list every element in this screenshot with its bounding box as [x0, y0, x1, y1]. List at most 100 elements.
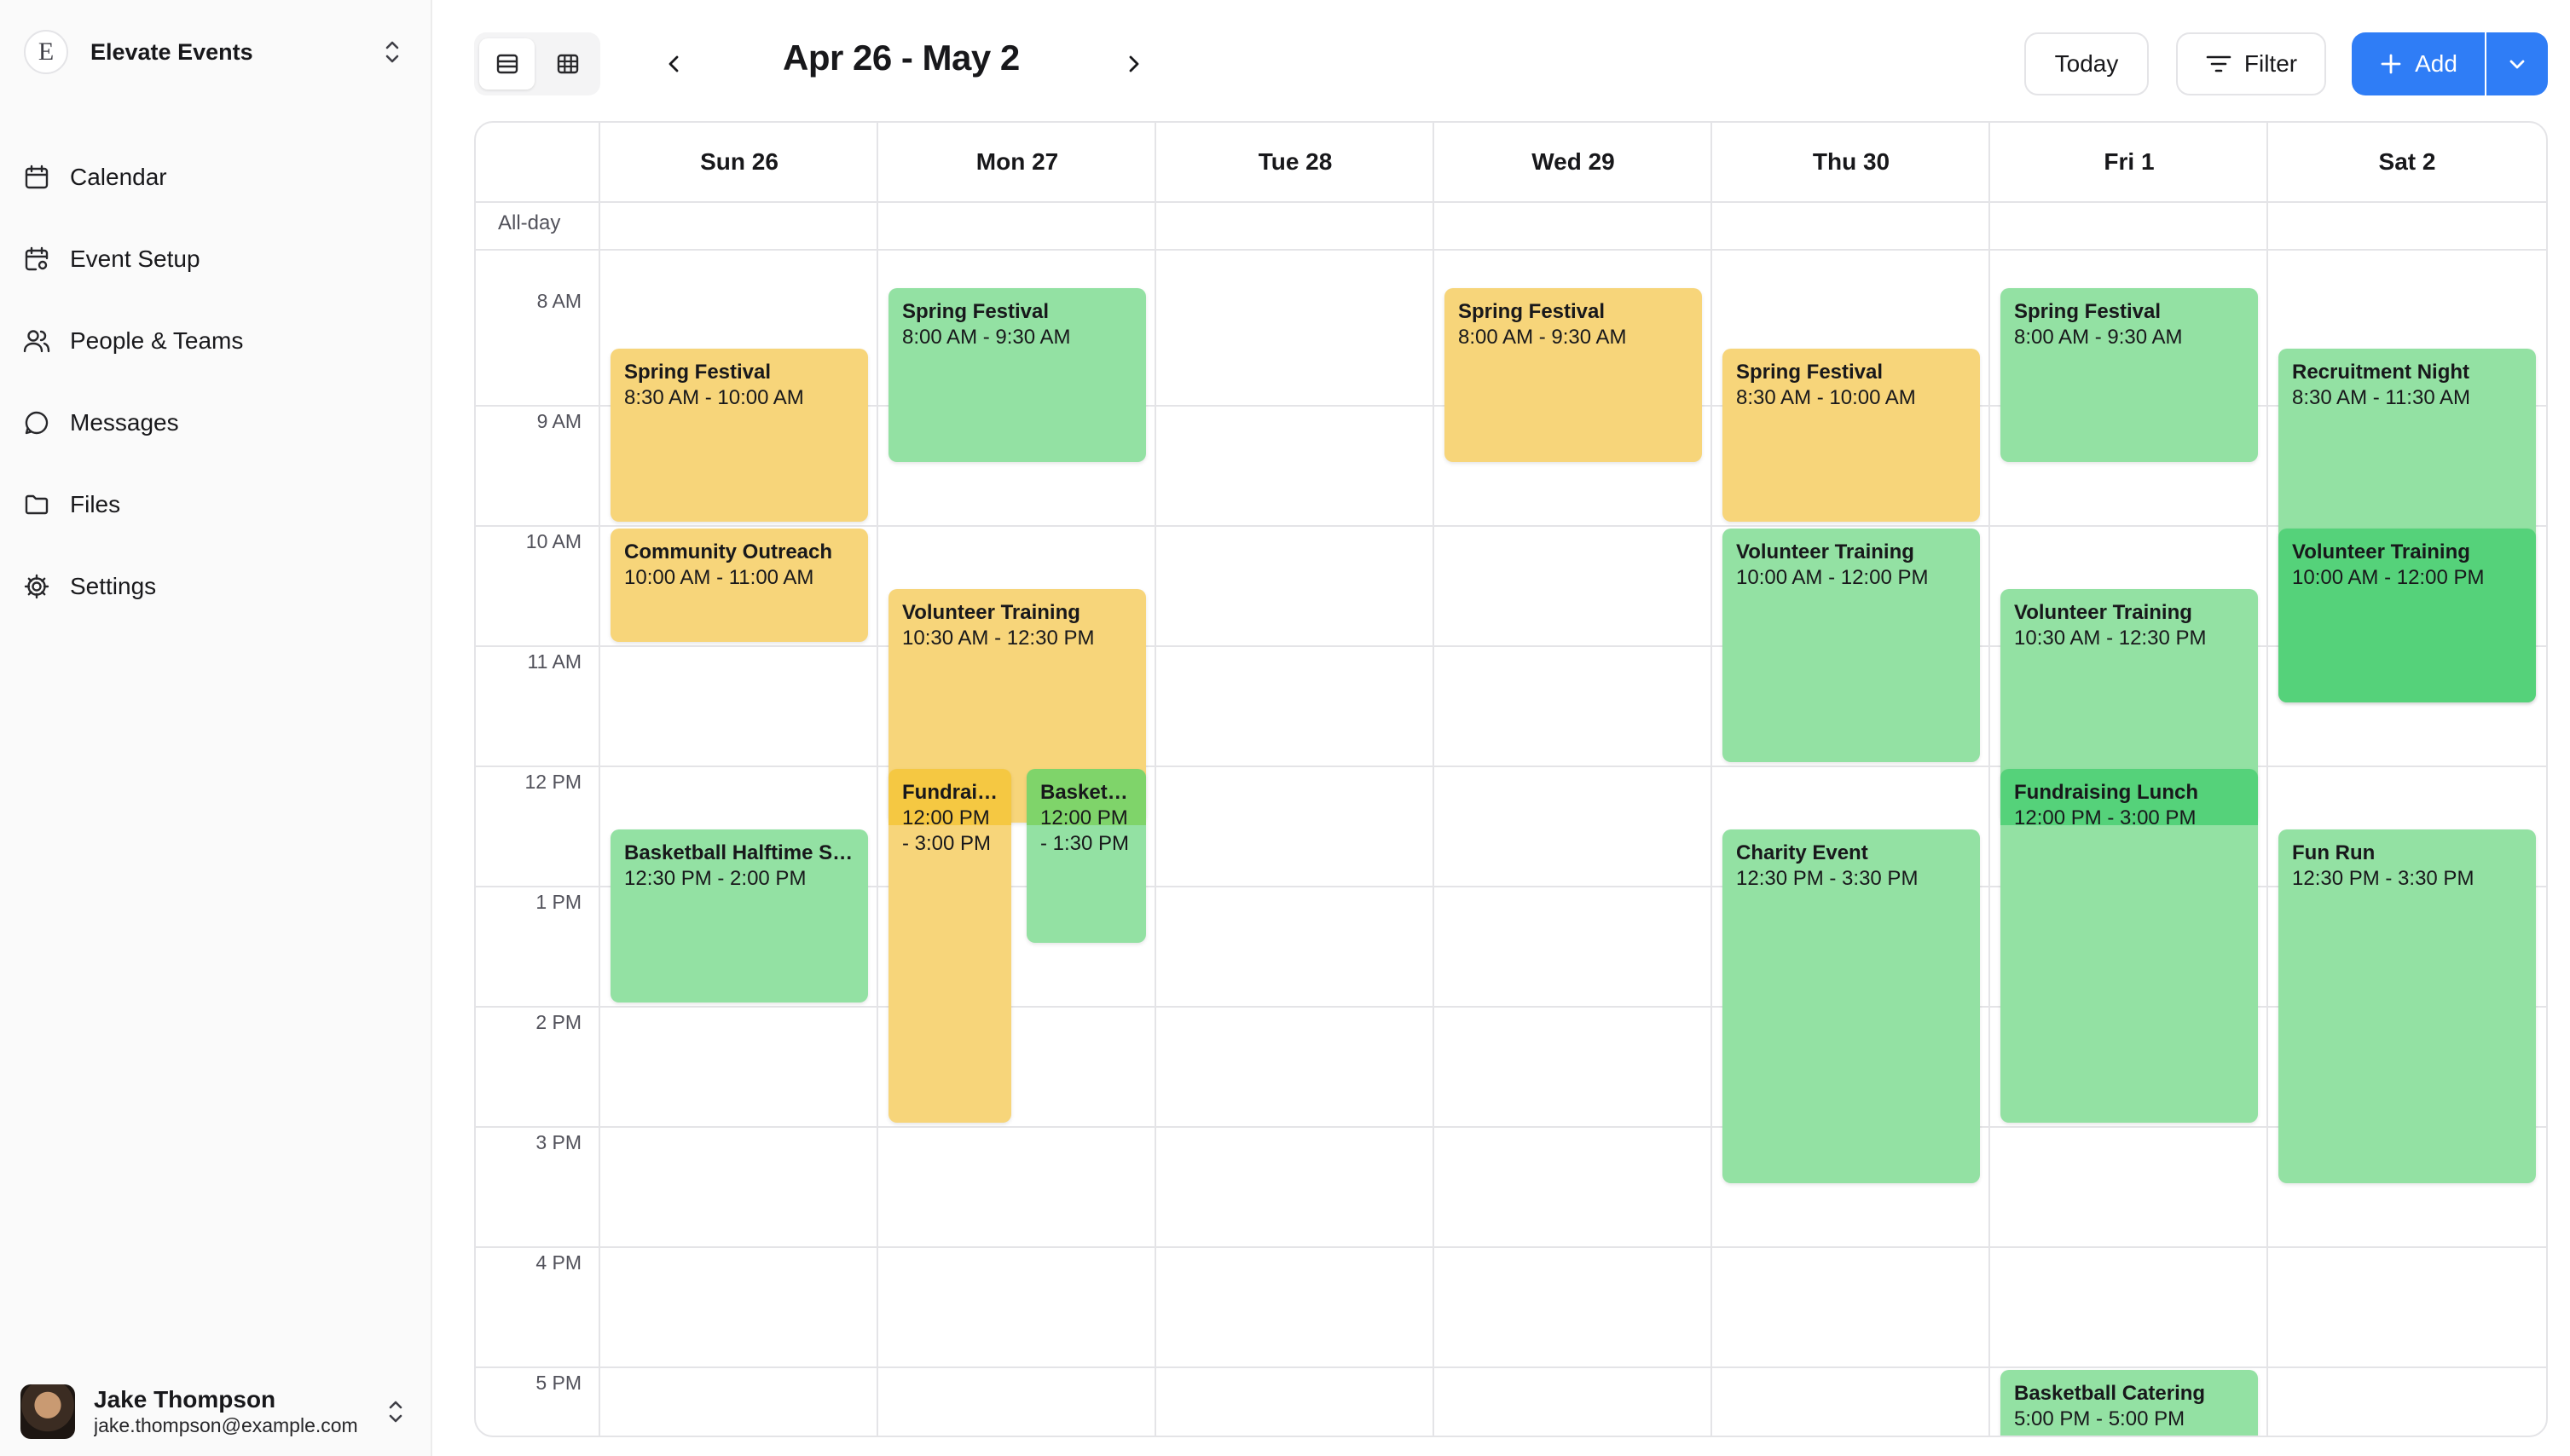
date-range-title: Apr 26 - May 2 [783, 38, 1020, 78]
event-card[interactable]: Basketball Catering12:00 PM - 1:30 PM [1027, 769, 1146, 943]
chevron-right-icon [1129, 55, 1139, 72]
day-header[interactable]: Sun 26 [600, 123, 878, 201]
user-menu[interactable]: Jake Thompson jake.thompson@example.com [20, 1383, 413, 1441]
event-card[interactable]: Charity Event 12:30 PM - 3:30 PM [1722, 829, 1980, 1183]
event-title: Basketball Halftime Show [624, 841, 854, 864]
hour-line [476, 1366, 2546, 1368]
workspace-name: Elevate Events [90, 38, 253, 65]
grid-view-icon [557, 54, 578, 74]
list-view-icon [496, 54, 518, 74]
event-card[interactable]: Basketball Catering 5:00 PM - 5:00 PM [2000, 1370, 2258, 1436]
sidebar-item-calendar[interactable]: Calendar [19, 136, 411, 218]
sidebar-item-label: People & Teams [70, 327, 244, 354]
time-label: 10 AM [525, 530, 582, 552]
event-time: 8:30 AM - 10:00 AM [624, 385, 804, 409]
day-divider [2266, 123, 2268, 1436]
time-label: 9 AM [536, 410, 582, 432]
event-title: Volunteer Training [2014, 600, 2192, 624]
time-label: 12 PM [524, 771, 582, 793]
event-title: Community Outreach [624, 540, 833, 563]
sidebar-item-event-setup[interactable]: Event Setup [19, 218, 411, 300]
sidebar-item-people-teams[interactable]: People & Teams [19, 300, 411, 382]
user-email: jake.thompson@example.com [94, 1414, 358, 1436]
add-menu-button[interactable] [2486, 32, 2548, 95]
event-time: 10:30 AM - 12:30 PM [2014, 626, 2207, 650]
event-time: 8:00 AM - 9:30 AM [902, 326, 1071, 349]
event-card[interactable]: Fun Run 12:30 PM - 3:30 PM [2278, 829, 2536, 1183]
time-label: 8 AM [536, 290, 582, 312]
event-time: 12:00 PM - 3:00 PM [902, 806, 992, 855]
event-card[interactable]: Basketball Halftime Show 12:30 PM - 2:00 … [611, 829, 868, 1002]
day-header[interactable]: Sat 2 [2268, 123, 2546, 201]
event-time: 10:30 AM - 12:30 PM [902, 626, 1095, 650]
event-card[interactable]: Volunteer Training 10:00 AM - 12:00 PM [1722, 529, 1980, 762]
event-time: 10:00 AM - 12:00 PM [1736, 566, 1929, 589]
event-title: Spring Festival [902, 300, 1050, 323]
plus-icon [2381, 54, 2401, 74]
add-button[interactable]: Add [2352, 32, 2485, 95]
user-name: Jake Thompson [94, 1386, 276, 1413]
grid-view-button[interactable] [540, 38, 595, 90]
chevron-up-down-icon [389, 1401, 402, 1423]
filter-label: Filter [2243, 50, 2298, 77]
event-time: 8:30 AM - 11:30 AM [2292, 385, 2471, 409]
event-title: Spring Festival [2014, 300, 2162, 323]
event-time: 12:00 PM - 1:30 PM [1040, 806, 1130, 855]
event-card[interactable]: Spring Festival 8:30 AM - 10:00 AM [611, 348, 868, 522]
day-header[interactable]: Tue 28 [1156, 123, 1434, 201]
event-title: Volunteer Training [2292, 540, 2470, 563]
day-header[interactable]: Fri 1 [1990, 123, 2268, 201]
today-button[interactable]: Today [2024, 32, 2149, 95]
day-header[interactable]: Mon 27 [878, 123, 1156, 201]
sidebar-item-files[interactable]: Files [19, 464, 411, 546]
sidebar-item-label: Messages [70, 409, 179, 436]
time-label: 1 PM [535, 891, 582, 913]
event-time: 10:00 AM - 12:00 PM [2292, 566, 2485, 589]
day-divider [1710, 123, 1712, 1436]
avatar [20, 1384, 75, 1439]
next-week-button[interactable] [1112, 43, 1155, 85]
day-header[interactable]: Thu 30 [1712, 123, 1990, 201]
chevron-left-icon [669, 55, 679, 72]
event-card[interactable]: Volunteer Training 10:00 AM - 12:00 PM [2278, 529, 2536, 702]
event-title: Basketball Catering [1040, 781, 1132, 804]
week-calendar: All-day 8 AM 9 AM 10 AM 11 AM 12 PM 1 PM 2 PM 3… [474, 121, 2548, 1437]
event-title: Charity Event [1736, 841, 1868, 864]
event-title: Fundraising Lunch [2014, 781, 2198, 804]
filter-button[interactable]: Filter [2176, 32, 2326, 95]
event-time: 12:30 PM - 3:30 PM [1736, 866, 1919, 890]
day-divider [1988, 123, 1990, 1436]
event-card[interactable]: Fundraising Lunch12:00 PM - 3:00 PM [2000, 769, 2258, 1123]
sidebar-item-label: Event Setup [70, 246, 200, 272]
chevron-down-icon [2509, 60, 2525, 69]
time-label: 4 PM [535, 1251, 582, 1274]
list-view-button[interactable] [479, 38, 535, 90]
event-title: Fundraising Lunch [902, 781, 998, 804]
sidebar-item-settings[interactable]: Settings [19, 546, 411, 627]
day-divider [599, 123, 600, 1436]
grid-line [476, 201, 2546, 203]
event-title: Basketball Catering [2014, 1382, 2206, 1405]
event-card[interactable]: Spring Festival 8:00 AM - 9:30 AM [1444, 288, 1702, 462]
day-header[interactable]: Wed 29 [1434, 123, 1712, 201]
sidebar-item-messages[interactable]: Messages [19, 382, 411, 464]
time-label: 2 PM [535, 1011, 582, 1033]
hour-line [476, 1246, 2546, 1248]
calendar-settings-icon [22, 245, 51, 274]
event-time: 8:00 AM - 9:30 AM [1458, 326, 1627, 349]
event-title: Fun Run [2292, 841, 2376, 864]
previous-week-button[interactable] [653, 43, 696, 85]
sidebar-nav: Calendar Event Setup People & Teams Mess… [19, 136, 411, 627]
message-icon [22, 408, 51, 437]
event-card[interactable]: Community Outreach 10:00 AM - 11:00 AM [611, 529, 868, 642]
event-card[interactable]: Fundraising Lunch12:00 PM - 3:00 PM [889, 769, 1011, 1123]
workspace-switcher[interactable]: E Elevate Events [24, 26, 409, 78]
all-day-label: All-day [498, 211, 561, 234]
people-icon [22, 326, 51, 355]
event-card[interactable]: Spring Festival 8:30 AM - 10:00 AM [1722, 348, 1980, 522]
folder-icon [22, 490, 51, 519]
hour-line [476, 525, 2546, 527]
event-card[interactable]: Spring Festival 8:00 AM - 9:30 AM [2000, 288, 2258, 462]
day-divider [1433, 123, 1434, 1436]
event-card[interactable]: Spring Festival 8:00 AM - 9:30 AM [889, 288, 1146, 462]
